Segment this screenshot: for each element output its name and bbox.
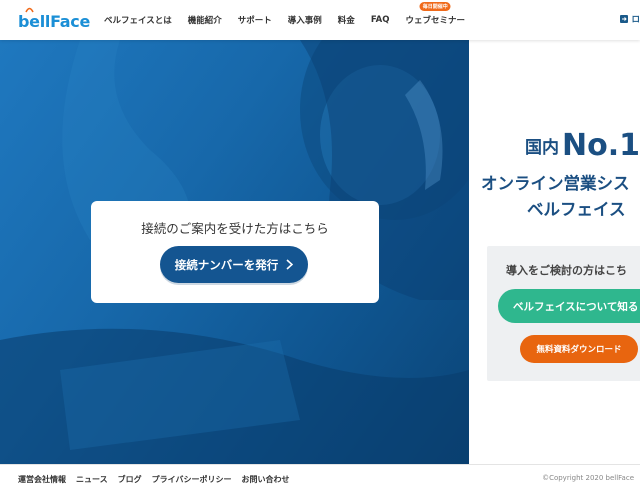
nav-cases[interactable]: 導入事例 [280,14,330,26]
brand-line: ベルフェイス [527,200,626,219]
footer: 運営会社情報 ニュース ブログ プライバシーポリシー お問い合わせ ©Copyr… [0,464,640,484]
consider-box: 導入をご検討の方はこち ベルフェイスについて知る 無料資料ダウンロード [487,246,640,381]
no1-text: No.1 [562,128,640,163]
login-icon [620,15,629,23]
connect-card: 接続のご案内を受けた方はこちら 接続ナンバーを発行 [91,201,379,303]
nav-support[interactable]: サポート [230,14,280,26]
nav-about[interactable]: ベルフェイスとは [104,14,180,26]
footer-copyright: ©Copyright 2020 bellFace [542,474,634,482]
learn-about-label: ベルフェイスについて知る [513,300,639,313]
bellface-logo[interactable]: bellFace [18,7,90,31]
login-label: ロ [631,15,640,25]
consider-title: 導入をご検討の方はこち [506,264,627,277]
connect-card-title: 接続のご案内を受けた方はこちら [141,221,329,236]
no1-heading: 国内 No.1 [525,128,640,163]
connect-button-label: 接続ナンバーを発行 [174,257,279,272]
chevron-right-icon [286,259,294,270]
download-docs-button[interactable]: 無料資料ダウンロード [520,335,638,363]
nav-webinar-label: ウェブセミナー [405,16,465,26]
bell-icon [25,7,34,13]
tagline: オンライン営業シス [481,174,630,193]
right-panel: 国内 No.1 オンライン営業シス ベルフェイス 導入をご検討の方はこち ベルフェ… [469,40,640,464]
nav-pricing[interactable]: 料金 [330,14,363,26]
nav-webinar[interactable]: 毎日開催中 ウェブセミナー [397,2,473,26]
logo-text: bellFace [18,12,90,31]
download-docs-label: 無料資料ダウンロード [536,345,622,355]
webinar-badge: 毎日開催中 [419,2,451,11]
learn-about-button[interactable]: ベルフェイスについて知る [498,289,640,323]
nav-faq[interactable]: FAQ [363,15,398,25]
nav-features[interactable]: 機能紹介 [180,14,230,26]
login-link[interactable]: ロ [620,13,640,25]
issue-connect-number-button[interactable]: 接続ナンバーを発行 [160,246,308,283]
main-nav: ベルフェイスとは 機能紹介 サポート 導入事例 料金 FAQ 毎日開催中 ウェブ… [104,0,473,40]
hero-section: 接続のご案内を受けた方はこちら 接続ナンバーを発行 [0,40,469,464]
site-header: bellFace ベルフェイスとは 機能紹介 サポート 導入事例 料金 FAQ … [0,0,640,40]
no1-prefix: 国内 [525,138,559,158]
